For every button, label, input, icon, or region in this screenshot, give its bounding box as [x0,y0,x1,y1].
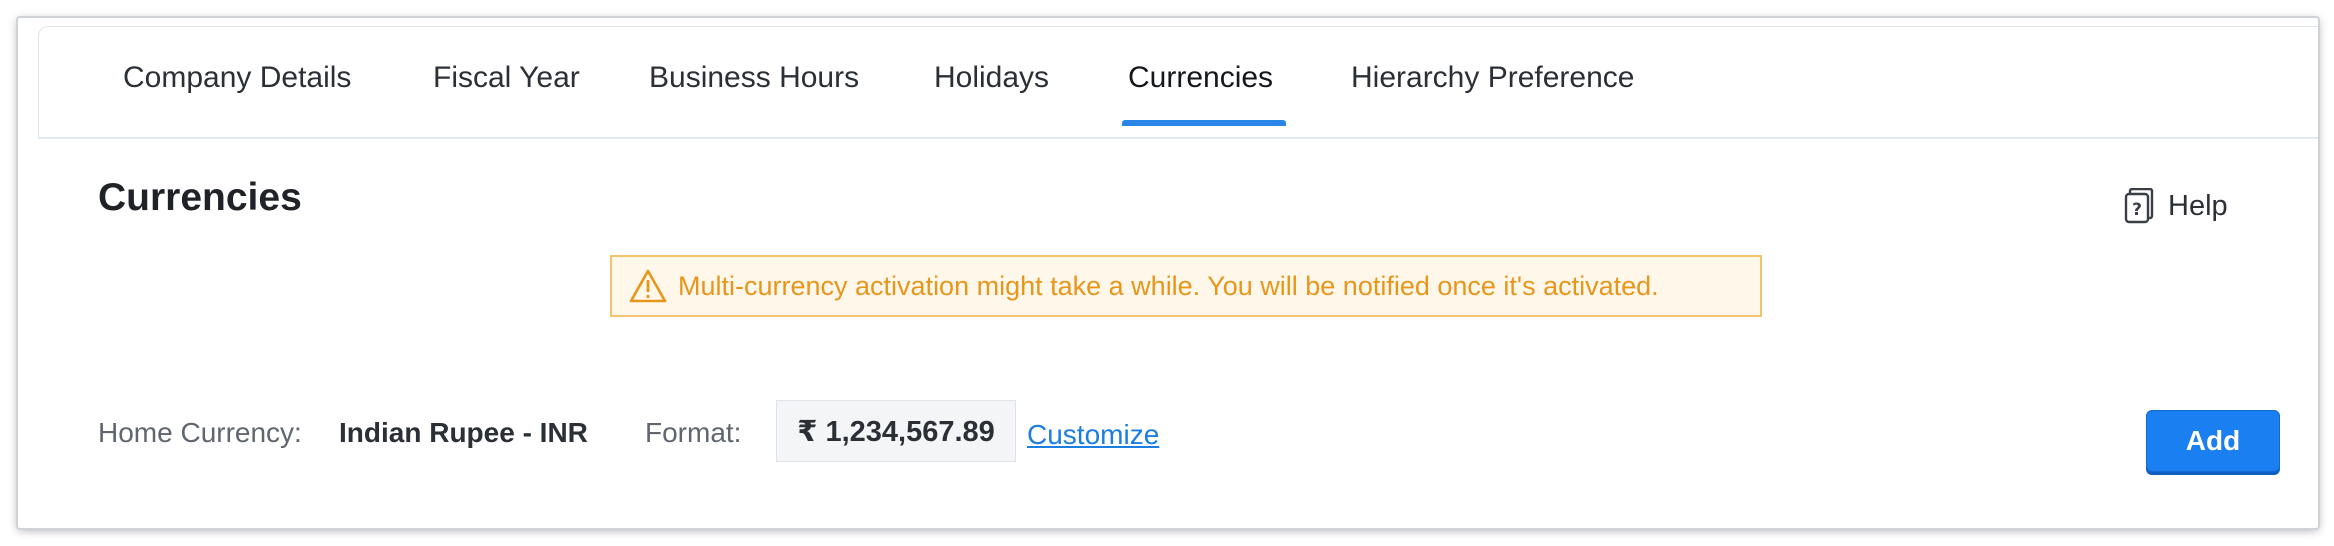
tab-bar: Company Details Fiscal Year Business Hou… [38,26,2318,139]
home-currency-label: Home Currency: [98,417,302,448]
active-tab-indicator [1122,120,1286,126]
warning-triangle-icon [629,269,667,303]
page-frame: Company Details Fiscal Year Business Hou… [0,0,2334,546]
activation-warning-banner: Multi-currency activation might take a w… [610,255,1762,317]
currency-format-preview: ₹ 1,234,567.89 [776,400,1016,462]
help-link[interactable]: ? Help [2124,186,2228,226]
add-currency-button[interactable]: Add [2146,410,2280,472]
svg-text:?: ? [2132,200,2142,220]
tab-fiscal-year[interactable]: Fiscal Year [433,61,580,95]
customize-format-link[interactable]: Customize [1027,419,1159,451]
tab-currencies[interactable]: Currencies [1128,61,1273,95]
help-label: Help [2168,189,2228,222]
tab-hierarchy-preference[interactable]: Hierarchy Preference [1351,61,1634,95]
settings-card: Company Details Fiscal Year Business Hou… [18,18,2318,528]
home-currency-value: Indian Rupee - INR [339,417,588,448]
format-label: Format: [645,417,742,448]
banner-message: Multi-currency activation might take a w… [678,270,1659,301]
tab-company-details[interactable]: Company Details [123,61,351,95]
tab-holidays[interactable]: Holidays [934,61,1049,95]
page-title: Currencies [98,176,302,219]
tab-business-hours[interactable]: Business Hours [649,61,859,95]
help-book-icon: ? [2124,188,2154,224]
